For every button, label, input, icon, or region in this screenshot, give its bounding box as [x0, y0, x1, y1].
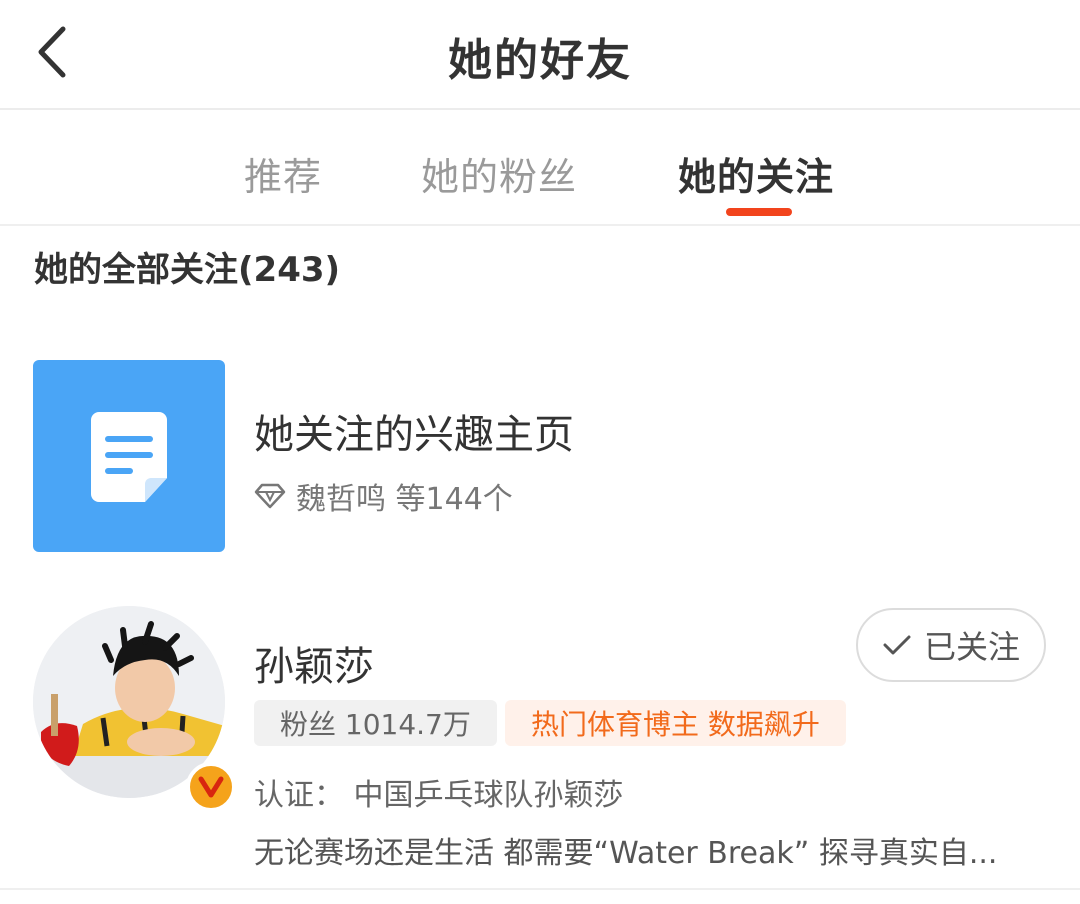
- tab-bar: 推荐 她的粉丝 她的关注: [0, 112, 1080, 226]
- fans-count-tag: 粉丝 1014.7万: [254, 700, 497, 746]
- divider: [0, 888, 1080, 890]
- followed-button-label: 已关注: [923, 628, 1020, 666]
- interest-pages-subtitle-text: 魏哲鸣 等144个: [296, 482, 513, 517]
- list-item[interactable]: 孙颖莎 已关注 粉丝 1014.7万 热门体育博主 数据飙升 认证： 中国乒乓球…: [0, 600, 1080, 890]
- following-count-heading: 她的全部关注(243): [34, 250, 341, 290]
- page-title: 她的好友: [448, 35, 632, 86]
- tab-her-following[interactable]: 她的关注: [678, 146, 834, 201]
- user-name[interactable]: 孙颖莎: [254, 634, 374, 692]
- diamond-icon: [254, 483, 286, 509]
- tab-her-fans[interactable]: 她的粉丝: [421, 146, 577, 201]
- certification-text: 认证： 中国乒乓球队孙颖莎: [254, 778, 624, 813]
- active-tab-indicator: [726, 208, 792, 216]
- check-icon: [883, 635, 911, 655]
- interest-pages-thumbnail: [33, 360, 225, 552]
- interest-pages-item[interactable]: 她关注的兴趣主页 魏哲鸣 等144个: [0, 358, 1080, 554]
- followed-button[interactable]: 已关注: [856, 608, 1046, 682]
- tab-recommend[interactable]: 推荐: [244, 146, 322, 201]
- v-badge-icon: [198, 776, 224, 798]
- hot-blogger-tag: 热门体育博主 数据飙升: [505, 700, 846, 746]
- user-bio: 无论赛场还是生活 都需要“Water Break” 探寻真实自...: [254, 836, 998, 871]
- interest-pages-title: 她关注的兴趣主页: [254, 412, 574, 458]
- verified-badge: [186, 762, 236, 812]
- document-icon: [91, 412, 167, 502]
- top-nav-bar: 她的好友: [0, 0, 1080, 110]
- interest-pages-subtitle: 魏哲鸣 等144个: [254, 474, 513, 518]
